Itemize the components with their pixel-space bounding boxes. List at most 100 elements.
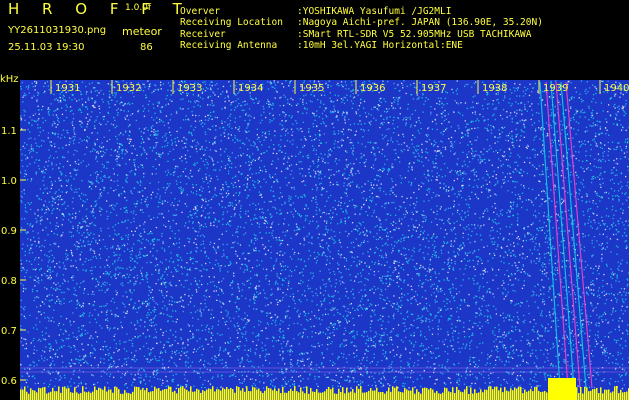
floor-bin [444,387,446,400]
time-tick-label: 1939 [543,83,568,94]
floor-bin [272,390,274,400]
floor-bin [418,391,420,400]
floor-bin [536,386,538,400]
floor-bin [298,392,300,400]
floor-bin [432,389,434,400]
floor-bin [208,388,210,400]
floor-bin [478,392,480,400]
floor-bin [68,388,70,400]
floor-bin [250,391,252,400]
floor-bin [604,389,606,400]
floor-bin [62,386,64,400]
floor-bin [392,386,394,400]
floor-bin [70,392,72,400]
floor-bin [280,393,282,400]
floor-bin [54,391,56,400]
floor-bin [308,393,310,400]
floor-bin [596,387,598,400]
time-tick-label: 1935 [299,83,324,94]
floor-bin [540,392,542,400]
floor-bin [82,386,84,400]
floor-bin [422,388,424,400]
floor-bin [342,387,344,400]
floor-bin [160,390,162,400]
floor-bin [620,389,622,400]
floor-bin [202,390,204,400]
floor-bin [162,389,164,400]
floor-bin [198,389,200,400]
floor-bin [28,393,30,400]
floor-bin [354,392,356,400]
floor-bin [538,390,540,400]
floor-bin [584,386,586,400]
floor-bin [414,393,416,400]
floor-bin [602,393,604,400]
floor-bin [612,391,614,400]
floor-bin [92,391,94,400]
floor-bin [294,386,296,400]
spectrogram: 1.1 1.0 0.9 0.8 0.7 0.6 1931 1932 1933 1934 1935 19… [1,80,629,400]
floor-bin [48,392,50,400]
spectrogram-background [20,80,629,400]
floor-bin [340,391,342,400]
floor-bin [542,391,544,400]
floor-bin [182,386,184,400]
floor-bin [546,392,548,400]
floor-bin [284,392,286,400]
floor-bin [310,387,312,400]
floor-bin [594,388,596,400]
floor-bin [326,388,328,400]
floor-bin [484,389,486,400]
floor-bin [460,391,462,400]
floor-bin [534,387,536,400]
floor-bin [374,390,376,400]
floor-bin [504,387,506,400]
floor-bin [334,393,336,400]
time-tick-label: 1933 [177,83,202,94]
floor-bin [264,390,266,400]
floor-bin [88,391,90,400]
time-tick-label: 1940 [604,83,629,94]
floor-bin [290,388,292,400]
floor-bin [320,392,322,400]
floor-bin [408,390,410,400]
floor-bin [196,388,198,400]
floor-bin [90,392,92,400]
floor-bin [364,392,366,400]
floor-bin [130,393,132,400]
floor-bin [278,388,280,400]
floor-bin [78,393,80,400]
floor-bin [206,389,208,400]
floor-bin [442,392,444,400]
floor-bin [406,389,408,400]
floor-bin [38,387,40,400]
floor-bin [438,393,440,400]
floor-bin [434,392,436,400]
floor-bin [212,386,214,400]
floor-bin [472,393,474,400]
floor-bin [352,389,354,400]
floor-bin [246,386,248,400]
floor-bin [474,389,476,400]
floor-bin [368,390,370,400]
floor-bin [332,387,334,400]
floor-bin [482,392,484,400]
floor-bin [600,387,602,400]
floor-bin [402,392,404,400]
floor-bin [34,390,36,400]
floor-bin [142,388,144,400]
floor-bin [358,388,360,400]
floor-bin [532,391,534,400]
floor-bin [248,390,250,400]
floor-bin [42,387,44,400]
floor-bin [468,393,470,400]
floor-bin [524,389,526,400]
floor-bin [312,391,314,400]
floor-bin [102,389,104,400]
floor-bin [616,386,618,400]
floor-bin [344,393,346,400]
floor-bin [614,386,616,400]
floor-bin [134,386,136,400]
floor-bin [430,388,432,400]
floor-bin [512,390,514,400]
